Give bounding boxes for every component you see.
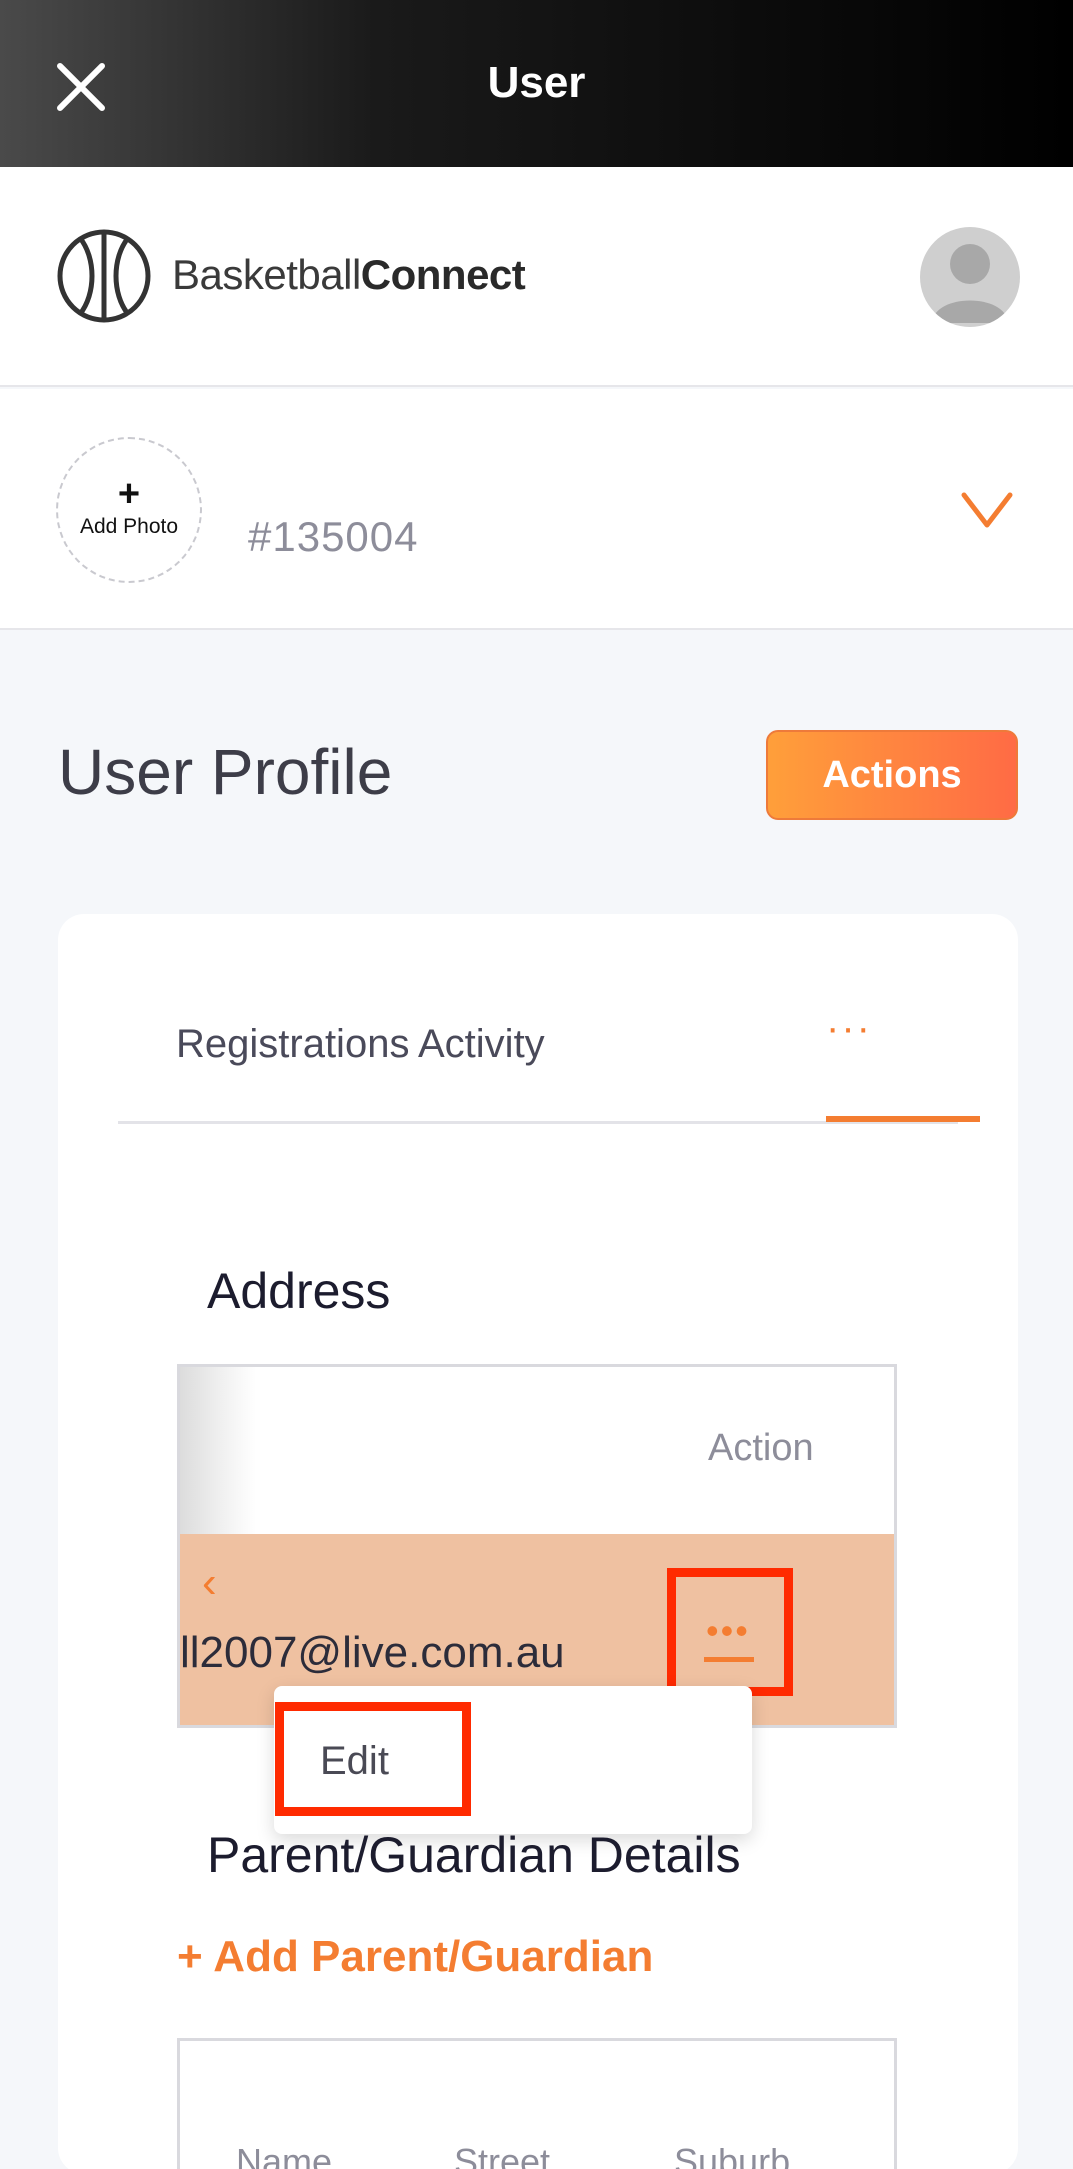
- plus-icon: +: [117, 473, 141, 515]
- basketball-logo-icon: [56, 228, 152, 324]
- actions-button[interactable]: Actions: [766, 730, 1018, 820]
- column-header-street: Street: [454, 2141, 551, 2169]
- tab-registrations[interactable]: Registrations: [176, 1022, 409, 1067]
- avatar[interactable]: [920, 227, 1020, 327]
- row-actions-menu: Edit: [274, 1686, 752, 1834]
- add-photo-button[interactable]: + Add Photo: [56, 437, 202, 583]
- row-actions-button[interactable]: •••: [667, 1568, 793, 1696]
- address-section-title: Address: [207, 1263, 391, 1319]
- menu-underline: [704, 1657, 754, 1662]
- chevron-left-icon[interactable]: ‹: [202, 1558, 217, 1608]
- chevron-down-icon[interactable]: [958, 481, 1016, 539]
- tab-activity[interactable]: Activity: [418, 1022, 545, 1067]
- active-tab-indicator: [826, 1116, 980, 1122]
- address-table: Action ‹ ll2007@live.com.au •••: [177, 1364, 897, 1728]
- page-header-title: User: [487, 58, 586, 107]
- user-id: #135004: [248, 513, 419, 560]
- column-header-action: Action: [708, 1427, 814, 1469]
- brand-logo-text: BasketballConnect: [172, 251, 526, 298]
- brand-bar: BasketballConnect: [0, 167, 1073, 387]
- column-header-suburb: Suburb: [674, 2141, 791, 2169]
- column-header-name: Name: [236, 2141, 333, 2169]
- add-parent-guardian-link[interactable]: + Add Parent/Guardian: [177, 1932, 653, 1982]
- top-bar: User: [0, 0, 1073, 167]
- menu-item-edit-label: Edit: [320, 1739, 389, 1783]
- user-summary-bar: + Add Photo #135004: [0, 389, 1073, 630]
- page-title: User Profile: [58, 736, 393, 808]
- address-email-cell: ll2007@live.com.au: [180, 1628, 565, 1677]
- parent-guardian-section-title: Parent/Guardian Details: [207, 1827, 741, 1883]
- tab-bar: Registrations Activity ···: [118, 914, 980, 1124]
- menu-item-edit[interactable]: Edit: [275, 1702, 471, 1816]
- more-dots-icon: •••: [706, 1610, 750, 1651]
- tab-more[interactable]: ···: [826, 1006, 872, 1051]
- parent-guardian-table: Name Street Suburb: [177, 2038, 897, 2169]
- add-photo-label: Add Photo: [79, 515, 179, 538]
